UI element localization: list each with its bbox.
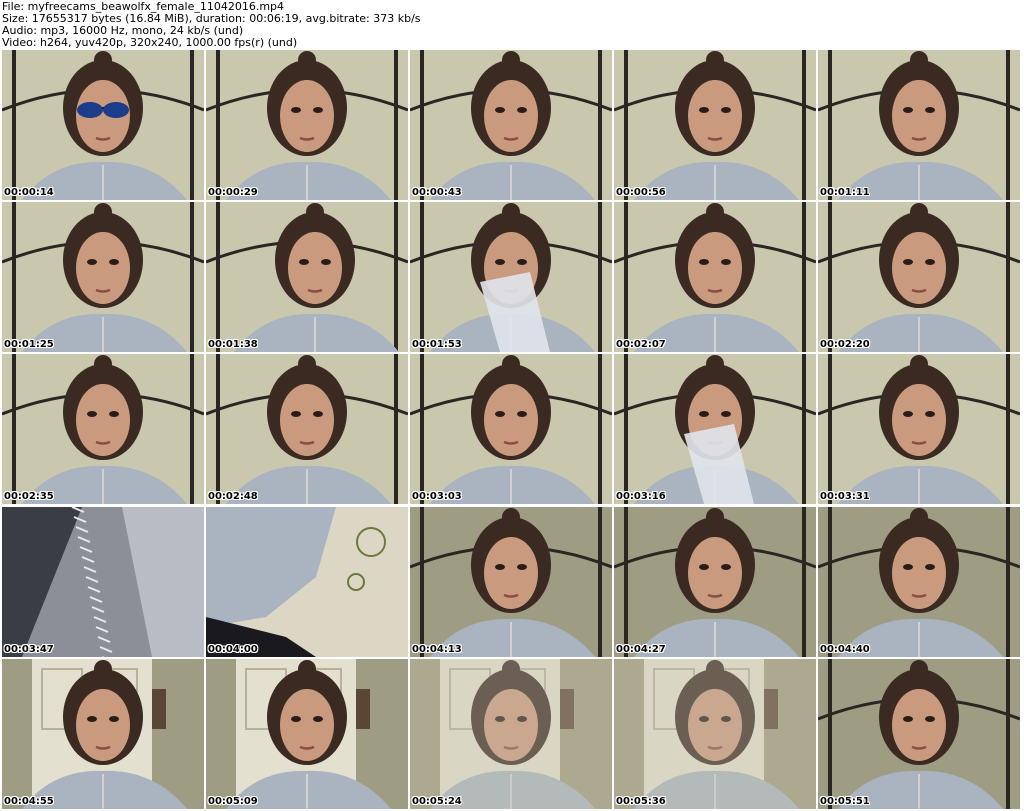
frame-timestamp: 00:03:16 xyxy=(616,491,666,502)
video-thumbnail: 00:03:31 xyxy=(818,354,1020,504)
video-thumbnail: 00:04:40 xyxy=(818,507,1020,657)
video-frame-image xyxy=(614,354,816,504)
video-frame-image xyxy=(410,507,612,657)
video-frame-image xyxy=(818,202,1020,352)
frame-timestamp: 00:05:51 xyxy=(820,796,870,807)
video-frame-image xyxy=(614,507,816,657)
video-thumbnail: 00:01:25 xyxy=(2,202,204,352)
video-thumbnail: 00:05:51 xyxy=(818,659,1020,809)
video-thumbnail: 00:05:36 xyxy=(614,659,816,809)
frame-timestamp: 00:00:29 xyxy=(208,187,258,198)
video-frame-image xyxy=(206,354,408,504)
video-frame-image xyxy=(614,50,816,200)
frame-timestamp: 00:03:31 xyxy=(820,491,870,502)
video-frame-image xyxy=(818,354,1020,504)
frame-timestamp: 00:01:25 xyxy=(4,339,54,350)
frame-timestamp: 00:04:40 xyxy=(820,644,870,655)
video-thumbnail: 00:02:20 xyxy=(818,202,1020,352)
video-thumbnail: 00:05:24 xyxy=(410,659,612,809)
frame-timestamp: 00:02:48 xyxy=(208,491,258,502)
video-thumbnail: 00:01:53 xyxy=(410,202,612,352)
video-frame-image xyxy=(410,202,612,352)
frame-timestamp: 00:01:11 xyxy=(820,187,870,198)
file-info-header: File: myfreecams_beawolfx_female_1104201… xyxy=(2,1,1022,49)
video-frame-image xyxy=(206,659,408,809)
frame-timestamp: 00:03:03 xyxy=(412,491,462,502)
frame-timestamp: 00:03:47 xyxy=(4,644,54,655)
frame-timestamp: 00:04:55 xyxy=(4,796,54,807)
frame-timestamp: 00:04:13 xyxy=(412,644,462,655)
frame-timestamp: 00:05:36 xyxy=(616,796,666,807)
video-thumbnail: 00:00:56 xyxy=(614,50,816,200)
video-frame-image xyxy=(206,507,408,657)
frame-timestamp: 00:00:56 xyxy=(616,187,666,198)
video-thumbnail: 00:03:47 xyxy=(2,507,204,657)
video-thumbnail: 00:02:48 xyxy=(206,354,408,504)
video-thumbnail: 00:04:55 xyxy=(2,659,204,809)
frame-timestamp: 00:05:24 xyxy=(412,796,462,807)
video-frame-image xyxy=(410,50,612,200)
video-thumbnail: 00:02:07 xyxy=(614,202,816,352)
video-thumbnail: 00:05:09 xyxy=(206,659,408,809)
frame-timestamp: 00:02:35 xyxy=(4,491,54,502)
video-frame-image xyxy=(818,659,1020,809)
video-thumbnail: 00:03:16 xyxy=(614,354,816,504)
frame-timestamp: 00:04:00 xyxy=(208,644,258,655)
video-frame-image xyxy=(206,50,408,200)
thumbnail-grid: 00:00:14 00:00:29 00:00:43 00:00:56 00:01:11… xyxy=(0,48,1024,811)
video-frame-image xyxy=(614,202,816,352)
video-frame-image xyxy=(2,507,204,657)
video-thumbnail: 00:01:38 xyxy=(206,202,408,352)
video-thumbnail: 00:00:43 xyxy=(410,50,612,200)
video-thumbnail: 00:04:00 xyxy=(206,507,408,657)
frame-timestamp: 00:05:09 xyxy=(208,796,258,807)
video-frame-image xyxy=(2,50,204,200)
video-frame-image xyxy=(614,659,816,809)
frame-timestamp: 00:02:07 xyxy=(616,339,666,350)
video-thumbnail: 00:04:13 xyxy=(410,507,612,657)
frame-timestamp: 00:02:20 xyxy=(820,339,870,350)
video-frame-image xyxy=(2,202,204,352)
video-thumbnail: 00:03:03 xyxy=(410,354,612,504)
video-thumbnail: 00:02:35 xyxy=(2,354,204,504)
frame-timestamp: 00:01:38 xyxy=(208,339,258,350)
video-thumbnail: 00:01:11 xyxy=(818,50,1020,200)
video-frame-image xyxy=(818,507,1020,657)
video-frame-image xyxy=(818,50,1020,200)
video-frame-image xyxy=(2,659,204,809)
video-frame-image xyxy=(410,354,612,504)
video-thumbnail: 00:00:29 xyxy=(206,50,408,200)
frame-timestamp: 00:00:14 xyxy=(4,187,54,198)
video-frame-image xyxy=(2,354,204,504)
video-frame-image xyxy=(410,659,612,809)
video-thumbnail: 00:00:14 xyxy=(2,50,204,200)
frame-timestamp: 00:00:43 xyxy=(412,187,462,198)
video-thumbnail: 00:04:27 xyxy=(614,507,816,657)
frame-timestamp: 00:01:53 xyxy=(412,339,462,350)
frame-timestamp: 00:04:27 xyxy=(616,644,666,655)
video-frame-image xyxy=(206,202,408,352)
